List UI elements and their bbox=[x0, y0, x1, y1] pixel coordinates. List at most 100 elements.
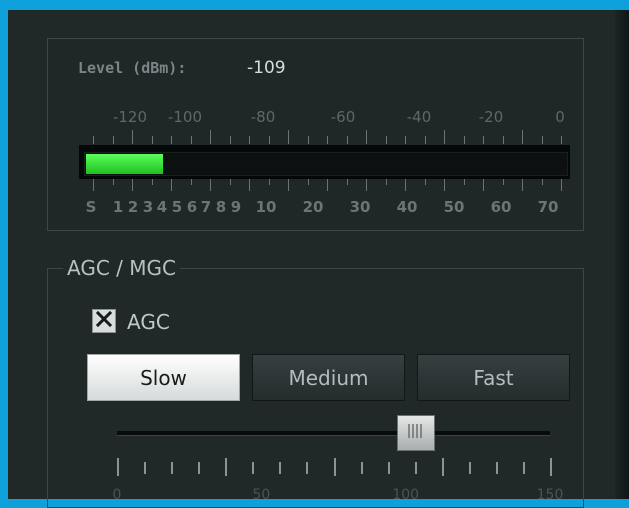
slider-tick-mark bbox=[171, 462, 174, 474]
slider-tick-mark bbox=[414, 462, 417, 474]
slider-tick-mark bbox=[387, 462, 390, 474]
slider-tick-mark bbox=[360, 462, 363, 474]
s-unit-label: 3 bbox=[142, 198, 154, 216]
fast-button[interactable]: Fast bbox=[417, 354, 570, 401]
slider-scale-label: 100 bbox=[392, 487, 420, 503]
s-tick-mark bbox=[190, 179, 192, 185]
slider-tick-mark bbox=[252, 462, 255, 474]
dbm-tick-mark bbox=[424, 136, 426, 144]
dbm-tick-mark bbox=[268, 136, 270, 144]
s-unit-label: 20 bbox=[302, 198, 324, 216]
dbm-tick-mark bbox=[502, 136, 504, 144]
s-unit-label: 6 bbox=[186, 198, 198, 216]
dbm-tick-mark bbox=[405, 136, 406, 144]
s-unit-label: 8 bbox=[215, 198, 227, 216]
dbm-tick-mark bbox=[93, 136, 94, 144]
s-tick-mark bbox=[249, 179, 250, 191]
s-unit-label: 30 bbox=[349, 198, 371, 216]
dbm-tick-mark bbox=[190, 136, 192, 144]
slider-scale-label: 150 bbox=[536, 487, 564, 503]
s-unit-label: 9 bbox=[230, 198, 242, 216]
s-tick-mark bbox=[366, 179, 367, 191]
level-value: -109 bbox=[247, 58, 286, 78]
slider-scale-label: 0 bbox=[112, 487, 122, 503]
s-unit-label: 40 bbox=[396, 198, 418, 216]
dbm-tick-mark bbox=[463, 136, 465, 144]
medium-button[interactable]: Medium bbox=[252, 354, 405, 401]
dbm-tick-label: -40 bbox=[406, 108, 432, 126]
slider-tick-mark bbox=[198, 462, 201, 474]
s-tick-mark bbox=[327, 179, 328, 191]
dbm-tick-mark bbox=[288, 130, 289, 144]
s-unit-label: S bbox=[85, 198, 97, 216]
slider-tick-mark bbox=[279, 462, 282, 474]
agc-mgc-group-title: AGC / MGC bbox=[63, 256, 180, 280]
dbm-tick-mark bbox=[249, 136, 250, 144]
dbm-tick-label: 0 bbox=[555, 108, 565, 126]
s-tick-mark bbox=[210, 179, 211, 191]
s-unit-label: 7 bbox=[200, 198, 212, 216]
dbm-tick-mark bbox=[132, 130, 133, 144]
s-tick-mark bbox=[483, 179, 484, 191]
s-unit-label: 1 bbox=[112, 198, 124, 216]
dbm-tick-mark bbox=[483, 136, 484, 144]
s-tick-mark bbox=[132, 179, 133, 191]
grip-icon bbox=[405, 422, 427, 444]
s-tick-mark bbox=[385, 179, 387, 185]
s-tick-mark bbox=[522, 179, 523, 191]
dbm-tick-mark bbox=[346, 136, 348, 144]
dbm-tick-mark bbox=[561, 136, 562, 144]
s-tick-mark bbox=[151, 179, 153, 185]
slider-scale-label: 50 bbox=[252, 487, 271, 503]
agc-slider-thumb[interactable] bbox=[396, 415, 435, 451]
s-tick-mark bbox=[171, 179, 172, 191]
dbm-tick-mark bbox=[210, 130, 211, 144]
s-tick-mark bbox=[112, 179, 114, 185]
agc-checkbox-label[interactable]: AGC bbox=[127, 310, 170, 334]
dbm-tick-mark bbox=[327, 136, 328, 144]
slow-button[interactable]: Slow bbox=[87, 354, 240, 401]
slider-tick-mark bbox=[495, 462, 498, 474]
slider-tick-mark bbox=[144, 462, 147, 474]
s-unit-label: 10 bbox=[255, 198, 277, 216]
s-tick-mark bbox=[502, 179, 504, 185]
slider-tick-mark bbox=[468, 462, 471, 474]
slider-tick-mark bbox=[306, 462, 309, 474]
s-tick-mark bbox=[229, 179, 231, 185]
dbm-tick-mark bbox=[307, 136, 309, 144]
s-unit-label: 70 bbox=[537, 198, 559, 216]
s-unit-label: 5 bbox=[171, 198, 183, 216]
s-tick-mark bbox=[541, 179, 543, 185]
dbm-tick-label: -80 bbox=[250, 108, 276, 126]
slider-tick-mark bbox=[333, 458, 336, 476]
level-meter-fill bbox=[86, 154, 163, 174]
s-unit-label: 50 bbox=[443, 198, 465, 216]
s-tick-mark bbox=[268, 179, 270, 185]
dbm-tick-label: -100 bbox=[167, 108, 203, 126]
dbm-tick-mark bbox=[151, 136, 153, 144]
dbm-tick-mark bbox=[171, 136, 172, 144]
s-unit-label: 4 bbox=[156, 198, 168, 216]
dbm-tick-mark bbox=[444, 130, 445, 144]
agc-slider-track[interactable] bbox=[117, 431, 550, 436]
s-tick-mark bbox=[444, 179, 445, 191]
dbm-tick-mark bbox=[385, 136, 387, 144]
agc-checkbox[interactable] bbox=[92, 309, 116, 333]
dbm-tick-mark bbox=[541, 136, 543, 144]
checkbox-x-icon bbox=[95, 310, 113, 331]
dbm-tick-mark bbox=[522, 130, 523, 144]
s-tick-mark bbox=[346, 179, 348, 185]
dbm-tick-mark bbox=[229, 136, 231, 144]
slider-tick-mark bbox=[550, 458, 552, 476]
dbm-tick-label: -20 bbox=[478, 108, 504, 126]
dbm-tick-mark bbox=[366, 130, 367, 144]
slider-tick-mark bbox=[117, 458, 119, 476]
dbm-tick-label: -120 bbox=[112, 108, 148, 126]
s-tick-mark bbox=[405, 179, 406, 191]
s-tick-mark bbox=[288, 179, 289, 191]
s-unit-label: 2 bbox=[127, 198, 139, 216]
dbm-tick-label: -60 bbox=[330, 108, 356, 126]
s-tick-mark bbox=[307, 179, 309, 185]
level-label: Level (dBm): bbox=[78, 59, 187, 77]
s-tick-mark bbox=[561, 179, 562, 191]
